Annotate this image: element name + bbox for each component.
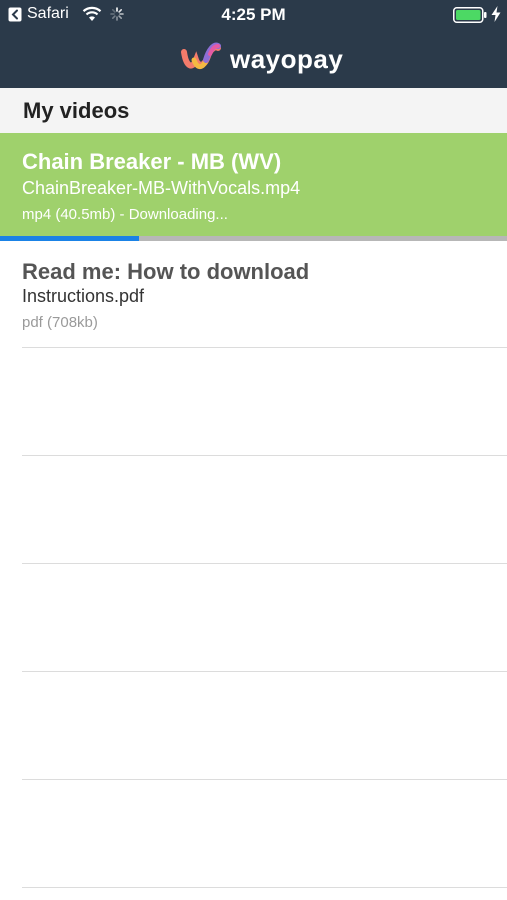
charging-bolt-icon	[491, 6, 501, 22]
battery-icon	[453, 7, 487, 23]
row-divider	[22, 455, 507, 456]
row-divider	[22, 779, 507, 780]
status-bar: Safari 4:25 PM	[0, 0, 507, 30]
item-title: Chain Breaker - MB (WV)	[22, 149, 282, 174]
list-item[interactable]: Read me: How to download Instructions.pd…	[0, 241, 507, 348]
row-divider	[22, 563, 507, 564]
row-divider	[22, 347, 507, 348]
item-title: Read me: How to download	[22, 259, 310, 284]
item-meta: pdf (708kb)	[22, 314, 98, 331]
brand-header: wayopay	[0, 38, 507, 78]
list-item-downloading[interactable]: Chain Breaker - MB (WV) ChainBreaker-MB-…	[0, 133, 507, 241]
section-title: My videos	[23, 98, 130, 123]
status-time: 4:25 PM	[221, 5, 286, 24]
item-filename: ChainBreaker-MB-WithVocals.mp4	[22, 178, 301, 198]
item-meta: mp4 (40.5mb) - Downloading...	[22, 206, 228, 223]
wayopay-logo-icon	[181, 42, 221, 70]
row-divider	[22, 887, 507, 888]
brand-name: wayopay	[230, 44, 344, 74]
section-header: My videos	[0, 88, 507, 133]
row-divider	[22, 671, 507, 672]
top-bar: Safari 4:25 PM wayopay	[0, 0, 507, 88]
item-filename: Instructions.pdf	[22, 286, 145, 306]
